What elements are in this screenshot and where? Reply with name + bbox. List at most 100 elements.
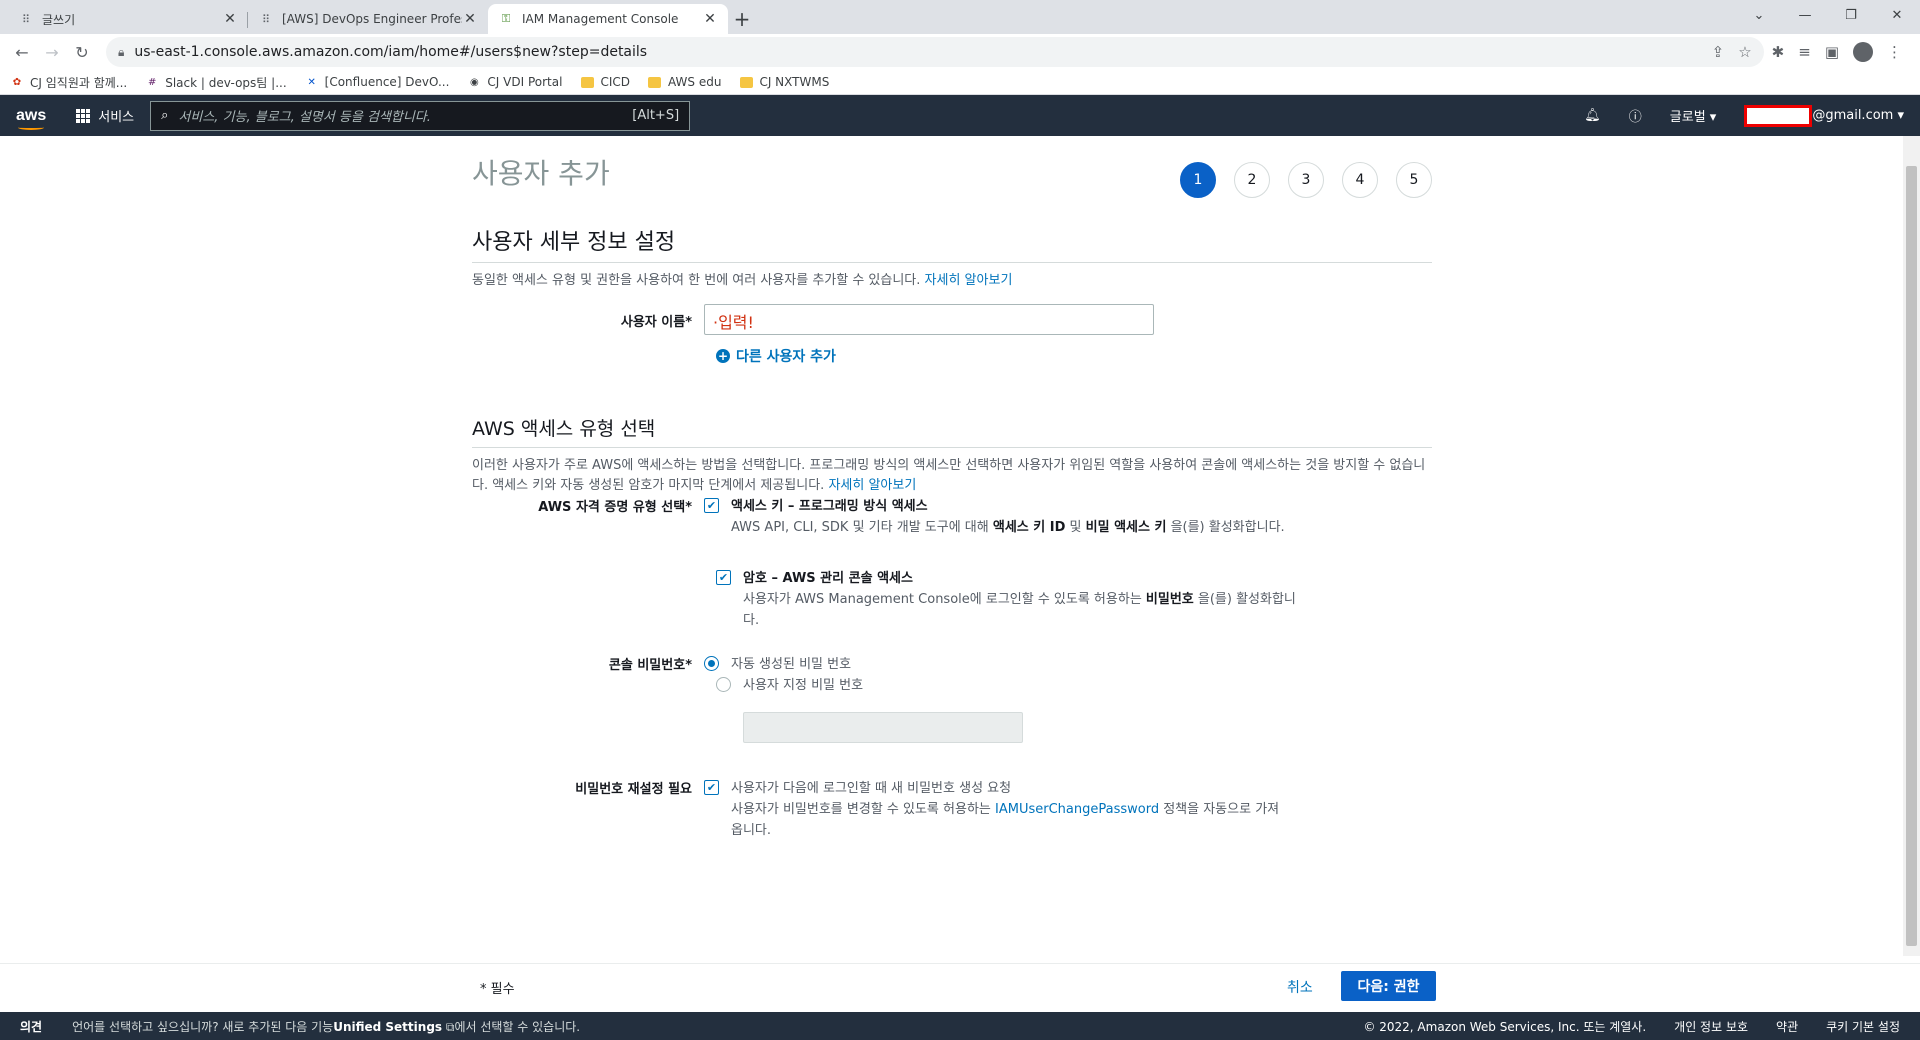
access-key-checkbox[interactable]: ✔ <box>704 498 719 513</box>
bookmark-item[interactable]: AWS edu <box>648 75 721 89</box>
share-icon[interactable]: ⇪ <box>1712 43 1725 61</box>
plus-circle-icon: + <box>716 349 730 363</box>
step-indicator[interactable]: 1 <box>1180 162 1216 198</box>
bookmark-item[interactable]: CICD <box>580 75 630 89</box>
address-bar[interactable]: 🔒︎ us-east-1.console.aws.amazon.com/iam/… <box>106 37 1764 67</box>
tab-title: 글쓰기 <box>42 12 76 27</box>
confluence-icon: ✕ <box>307 76 316 88</box>
tab-title: [AWS] DevOps Engineer Profess <box>282 12 462 26</box>
forward-icon[interactable]: → <box>38 38 66 66</box>
aws-logo[interactable]: aws <box>16 107 46 130</box>
option-text: 암호 – AWS 관리 콘솔 액세스 사용자가 AWS Management C… <box>743 571 1296 628</box>
close-tab-icon[interactable]: ✕ <box>462 11 478 27</box>
bookmark-item[interactable]: ◉ CJ VDI Portal <box>467 75 562 89</box>
folder-icon <box>648 75 662 89</box>
tab-title: IAM Management Console <box>522 12 679 26</box>
wizard-steps: 1 2 3 4 5 <box>1180 162 1432 198</box>
close-tab-icon[interactable]: ✕ <box>222 11 238 27</box>
browser-tab[interactable]: ⠿ 글쓰기 ✕ <box>8 4 248 34</box>
bookmark-item[interactable]: # Slack | dev-ops팀 |... <box>145 74 287 91</box>
console-password-row: 콘솔 비밀번호* 자동 생성된 비밀 번호 <box>472 654 851 675</box>
bookmark-item[interactable]: CJ NXTWMS <box>739 75 829 89</box>
section-description: 이러한 사용자가 주로 AWS에 액세스하는 방법을 선택합니다. 프로그래밍 … <box>472 458 1426 493</box>
username-input[interactable]: ·입력! <box>704 304 1154 335</box>
bookmark-item[interactable]: ✕ [Confluence] DevO... <box>305 75 449 89</box>
console-access-checkbox[interactable]: ✔ <box>716 570 731 585</box>
browser-tab[interactable]: ⠿ [AWS] DevOps Engineer Profess ✕ <box>248 4 488 34</box>
section-description: 동일한 액세스 유형 및 권한을 사용하여 한 번에 여러 사용자를 추가할 수… <box>472 273 1013 288</box>
lock-icon[interactable]: 🔒︎ <box>118 45 124 60</box>
step-indicator[interactable]: 3 <box>1288 162 1324 198</box>
folder-icon <box>580 75 594 89</box>
add-another-user-link[interactable]: + 다른 사용자 추가 <box>716 346 836 366</box>
bookmark-item[interactable]: ✿ CJ 임직원과 함께... <box>10 74 127 91</box>
restore-icon[interactable]: ❐ <box>1828 0 1874 30</box>
aws-top-nav: aws 서비스 ⌕ 서비스, 기능, 블로그, 설명서 등을 검색합니다. [A… <box>0 95 1920 136</box>
cookie-preferences-link[interactable]: 쿠키 기본 설정 <box>1826 1018 1900 1035</box>
side-panel-icon[interactable]: ▣ <box>1825 43 1839 61</box>
help-icon[interactable]: ⓘ <box>1629 106 1642 125</box>
password-reset-row: 비밀번호 재설정 필요 ✔ 사용자가 다음에 로그인할 때 새 비밀번호 생성 … <box>472 778 1291 841</box>
search-icon: ⌕ <box>161 108 169 123</box>
media-queue-icon[interactable]: ≡ <box>1798 43 1811 61</box>
step-indicator[interactable]: 4 <box>1342 162 1378 198</box>
feedback-link[interactable]: 의견 <box>20 1018 42 1035</box>
tistory-icon: ⠿ <box>261 12 271 26</box>
main-content: 사용자 추가 1 2 3 4 5 사용자 세부 정보 설정 동일한 액세스 유형… <box>0 136 1920 981</box>
username-row: 사용자 이름* ·입력! <box>472 304 1154 335</box>
search-input[interactable]: ⌕ 서비스, 기능, 블로그, 설명서 등을 검색합니다. [Alt+S] <box>150 100 691 131</box>
minimize-icon[interactable]: — <box>1782 0 1828 30</box>
custom-password-radio[interactable] <box>716 677 731 692</box>
auto-password-radio[interactable] <box>704 656 719 671</box>
add-user-row: + 다른 사용자 추가 <box>716 346 836 366</box>
back-icon[interactable]: ← <box>8 38 36 66</box>
profile-avatar[interactable] <box>1853 42 1873 62</box>
services-menu[interactable]: 서비스 <box>76 106 134 125</box>
close-window-icon[interactable]: ✕ <box>1874 0 1920 30</box>
password-reset-label: 비밀번호 재설정 필요 <box>575 782 692 797</box>
redacted-box <box>1744 104 1813 127</box>
browser-tab-active[interactable]: ⚿ IAM Management Console ✕ <box>488 4 728 34</box>
extensions-icon[interactable]: ✱ <box>1772 43 1785 61</box>
account-menu[interactable]: @gmail.com ▾ <box>1744 104 1904 127</box>
bookmarks-bar: ✿ CJ 임직원과 함께... # Slack | dev-ops팀 |... ✕[… <box>0 70 1920 95</box>
page-title: 사용자 추가 <box>472 157 610 190</box>
scrollbar[interactable] <box>1903 136 1920 956</box>
close-tab-icon[interactable]: ✕ <box>702 11 718 27</box>
step-indicator[interactable]: 5 <box>1396 162 1432 198</box>
section-title: 사용자 세부 정보 설정 <box>472 224 1432 263</box>
learn-more-link[interactable]: 자세히 알아보기 <box>828 478 916 493</box>
reload-icon[interactable]: ↻ <box>68 38 96 66</box>
region-selector[interactable]: 글로벌 ▾ <box>1670 106 1717 125</box>
next-permissions-button[interactable]: 다음: 권한 <box>1341 971 1436 1001</box>
notifications-bell-icon[interactable]: 🔔︎ <box>1584 108 1601 123</box>
grid-icon <box>76 108 91 123</box>
terms-link[interactable]: 약관 <box>1776 1018 1798 1035</box>
scrollbar-thumb[interactable] <box>1906 166 1917 946</box>
bookmark-star-icon[interactable]: ☆ <box>1738 43 1751 61</box>
access-type-section: AWS 액세스 유형 선택 이러한 사용자가 주로 AWS에 액세스하는 방법을… <box>472 414 1432 496</box>
tab-search-icon[interactable]: ⌄ <box>1736 0 1782 30</box>
option-text: 액세스 키 – 프로그래밍 방식 액세스 AWS API, CLI, SDK 및… <box>731 499 1285 535</box>
radio-label: 사용자 지정 비밀 번호 <box>743 678 864 693</box>
learn-more-link[interactable]: 자세히 알아보기 <box>925 273 1013 288</box>
custom-password-input[interactable] <box>743 712 1023 743</box>
policy-link[interactable]: IAMUserChangePassword <box>995 802 1159 817</box>
console-password-label: 콘솔 비밀번호* <box>608 658 692 673</box>
privacy-link[interactable]: 개인 정보 보호 <box>1674 1018 1748 1035</box>
step-indicator[interactable]: 2 <box>1234 162 1270 198</box>
section-title: AWS 액세스 유형 선택 <box>472 414 1432 448</box>
browser-tab-bar: ⠿ 글쓰기 ✕ ⠿ [AWS] DevOps Engineer Profess … <box>0 0 1920 34</box>
cancel-button[interactable]: 취소 <box>1287 977 1313 997</box>
radio-label: 자동 생성된 비밀 번호 <box>731 657 852 672</box>
unified-settings-link[interactable]: Unified Settings <box>333 1020 442 1034</box>
new-tab-button[interactable]: + <box>728 4 756 34</box>
password-reset-checkbox[interactable]: ✔ <box>704 780 719 795</box>
user-details-section: 사용자 세부 정보 설정 동일한 액세스 유형 및 권한을 사용하여 한 번에 … <box>472 224 1432 291</box>
globe-icon: ◉ <box>470 76 479 88</box>
aws-footer: 의견 언어를 선택하고 싶으십니까? 새로 추가된 다음 기능Unified S… <box>0 1012 1920 1040</box>
console-password-option: ✔ 암호 – AWS 관리 콘솔 액세스 사용자가 AWS Management… <box>716 568 1303 631</box>
browser-toolbar: ← → ↻ 🔒︎ us-east-1.console.aws.amazon.co… <box>0 34 1920 70</box>
menu-kebab-icon[interactable]: ⋮ <box>1887 43 1902 61</box>
copyright-text: © 2022, Amazon Web Services, Inc. 또는 계열사… <box>1363 1019 1647 1034</box>
